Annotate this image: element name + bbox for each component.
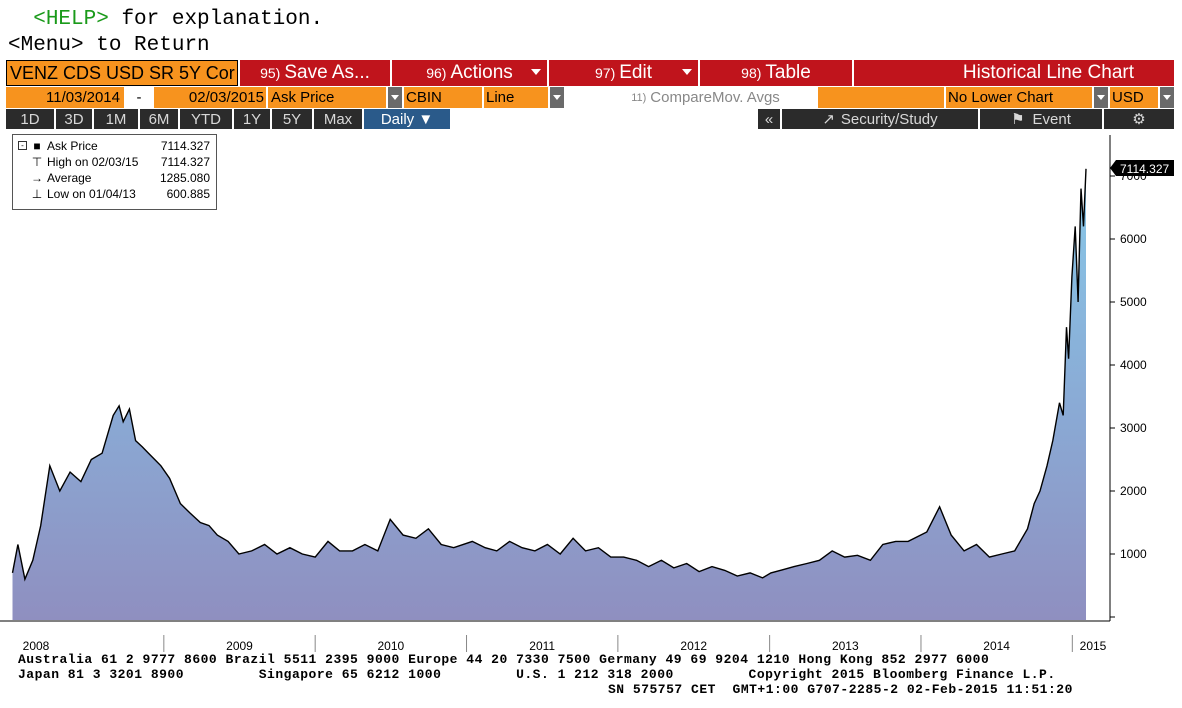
x-tick-label: 2009	[226, 639, 253, 653]
x-tick-label: 2010	[377, 639, 404, 653]
x-tick-label: 2008	[23, 639, 50, 653]
y-tick-label: 6000	[1120, 232, 1147, 246]
legend-low-value: 600.885	[166, 187, 210, 201]
legend-ask-name: Ask Price	[47, 139, 98, 153]
legend-high-name: High on 02/03/15	[47, 155, 139, 169]
legend-high-value: 7114.327	[160, 155, 210, 169]
y-tick-label: 5000	[1120, 295, 1147, 309]
y-tick-label: 4000	[1120, 358, 1147, 372]
legend-ask-value: 7114.327	[160, 139, 210, 153]
series-area	[12, 168, 1086, 621]
y-tick-label: 3000	[1120, 421, 1147, 435]
y-tick-label: 1000	[1120, 547, 1147, 561]
x-tick-label: 2015	[1080, 639, 1107, 653]
historical-line-chart: 2008 2009 2010 2011 2012 2013 2014 2015 1000 2000…	[0, 135, 1174, 653]
legend-high-row: ⊤ High on 02/03/15 7114.327	[13, 155, 216, 171]
x-tick-label: 2012	[680, 639, 707, 653]
low-marker-icon: ⊥	[31, 187, 43, 201]
legend-average-value: 1285.080	[159, 171, 210, 185]
footer-session-line: SN 575757 CET GMT+1:00 G707-2285-2 02-Fe…	[608, 682, 1073, 697]
legend-average-name: Average	[47, 171, 92, 185]
legend-ask-row: ■ Ask Price 7114.327	[13, 139, 216, 155]
footer-contact-line-1: Australia 61 2 9777 8600 Brazil 5511 239…	[18, 652, 990, 667]
footer-contact-line-2: Japan 81 3 3201 8900 Singapore 65 6212 1…	[18, 667, 1056, 682]
legend-low-row: ⊥ Low on 01/04/13 600.885	[13, 187, 216, 203]
legend-average-row: → Average 1285.080	[13, 171, 216, 187]
high-marker-icon: ⊤	[31, 155, 43, 169]
average-marker-icon: →	[31, 171, 43, 185]
y-tick-label: 2000	[1120, 484, 1147, 498]
legend-low-name: Low on 01/04/13	[47, 187, 136, 201]
square-icon: ■	[33, 139, 41, 153]
x-tick-label: 2013	[832, 639, 859, 653]
x-tick-label: 2011	[529, 639, 555, 653]
last-price-label: 7114.327	[1120, 162, 1169, 176]
x-tick-label: 2014	[983, 639, 1010, 653]
chart-legend: - ■ Ask Price 7114.327 ⊤ High on 02/03/1…	[12, 134, 217, 210]
